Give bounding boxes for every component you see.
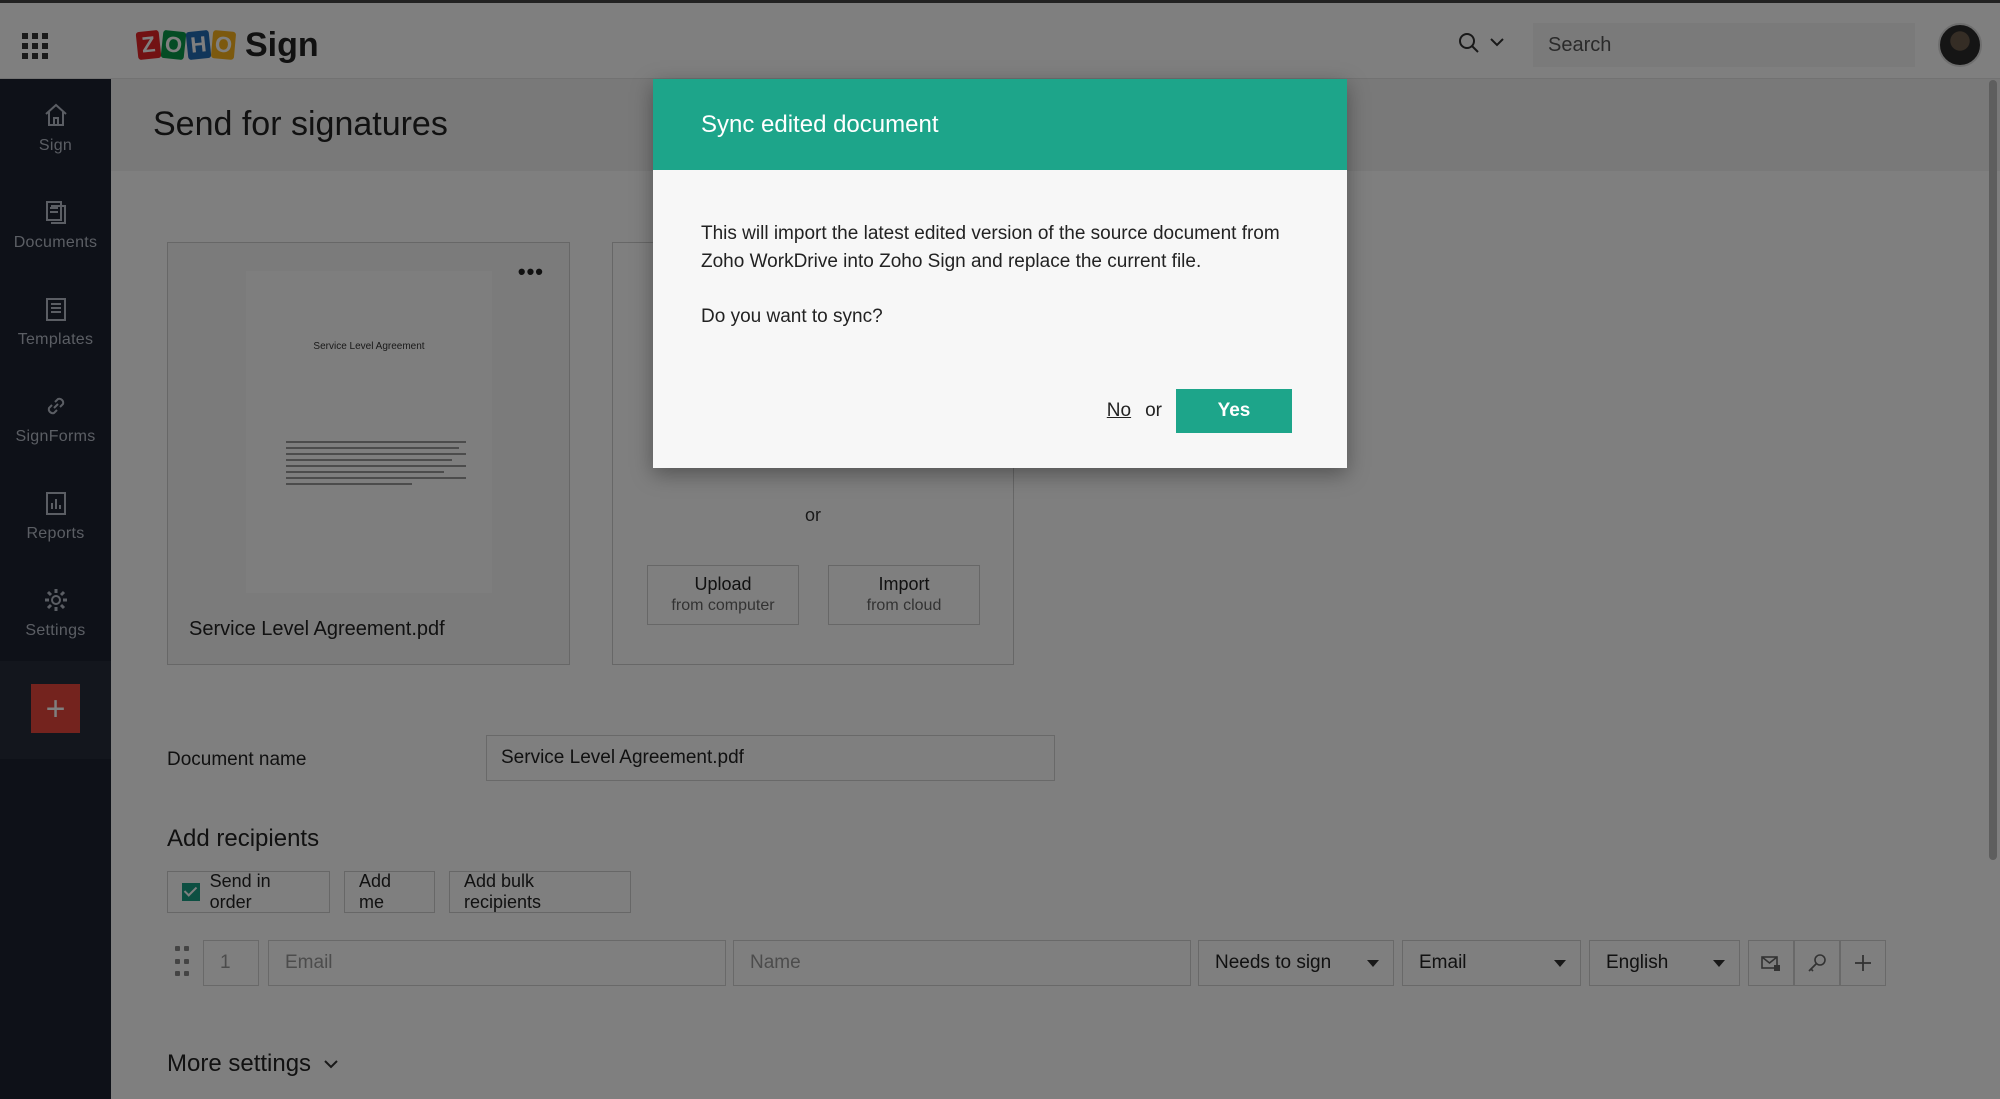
dialog-title: Sync edited document (701, 110, 939, 138)
dialog-actions: No or Yes (1107, 389, 1292, 433)
no-button[interactable]: No (1107, 400, 1131, 422)
yes-button[interactable]: Yes (1176, 389, 1292, 433)
sync-dialog: Sync edited document This will import th… (653, 79, 1347, 468)
dialog-header: Sync edited document (653, 79, 1347, 170)
dialog-question: Do you want to sync? (701, 306, 883, 327)
dialog-message: This will import the latest edited versi… (701, 223, 1280, 272)
or-text: or (1145, 400, 1162, 421)
dialog-body: This will import the latest edited versi… (653, 170, 1347, 331)
